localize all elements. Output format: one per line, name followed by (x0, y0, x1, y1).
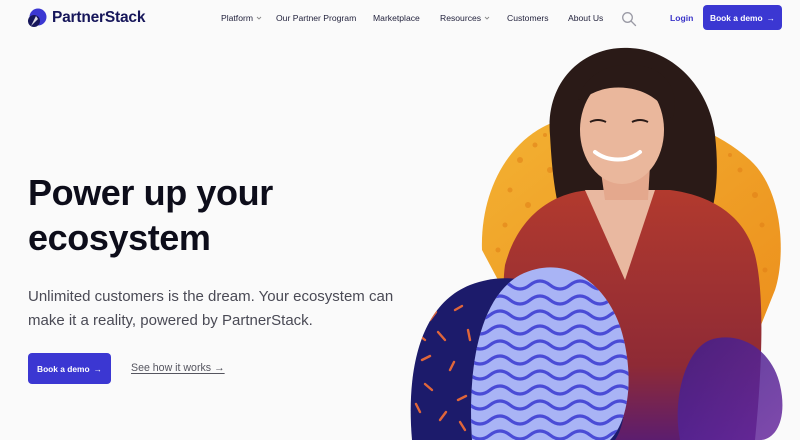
nav-item-label: About Us (568, 13, 604, 23)
nav-item-label: Resources (440, 13, 482, 23)
nav-item-marketplace[interactable]: Marketplace (373, 13, 420, 23)
nav-item-about-us[interactable]: About Us (568, 13, 603, 23)
button-label: Book a demo (37, 363, 90, 374)
hero-illustration (410, 47, 783, 440)
hero-subheadline: Unlimited customers is the dream. Your e… (28, 288, 394, 329)
chevron-down-icon (256, 16, 262, 20)
nav-item-label: Marketplace (373, 13, 420, 23)
brand-logo[interactable]: PartnerStack (27, 7, 145, 29)
chevron-down-icon (484, 16, 490, 20)
nav-item-customers[interactable]: Customers (507, 13, 549, 23)
arrow-right-icon: → (93, 363, 102, 374)
see-how-it-works-link[interactable]: See how it works → (131, 362, 225, 374)
arrow-right-icon: → (766, 12, 775, 23)
nav-item-resources[interactable]: Resources (440, 13, 490, 23)
hero-headline-line-2: ecosystem (28, 217, 211, 258)
nav-item-label: Our Partner Program (276, 13, 357, 23)
nav-item-label: Customers (507, 13, 549, 23)
top-navigation: PartnerStack Platform Our Partner Progra… (0, 0, 800, 40)
nav-item-our-partner-program[interactable]: Our Partner Program (276, 13, 356, 23)
book-demo-button-nav[interactable]: Book a demo → (703, 5, 782, 30)
button-label: Book a demo (710, 12, 763, 23)
hero-headline-line-1: Power up your (28, 172, 273, 213)
brand-name: PartnerStack (52, 9, 146, 26)
book-demo-button-hero[interactable]: Book a demo → (28, 353, 111, 384)
search-icon[interactable] (621, 11, 637, 27)
partnerstack-logo-icon (28, 8, 47, 27)
hero-headline: Power up your ecosystem (28, 170, 408, 260)
login-link[interactable]: Login (670, 13, 693, 23)
nav-item-platform[interactable]: Platform (221, 13, 262, 23)
nav-item-label: Platform (221, 13, 253, 23)
